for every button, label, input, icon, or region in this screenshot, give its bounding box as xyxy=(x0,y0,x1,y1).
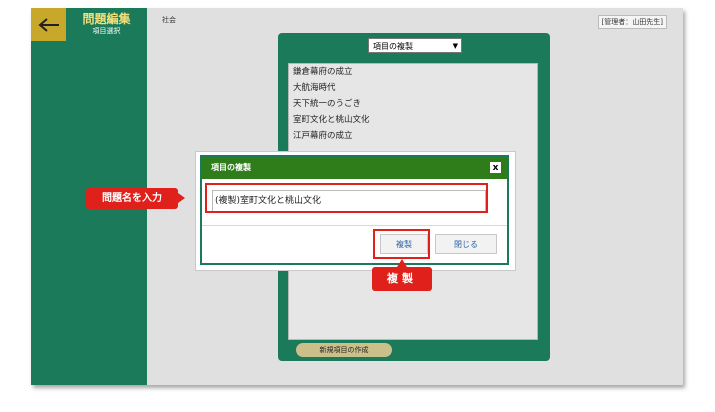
new-item-button[interactable]: 新規項目の作成 xyxy=(296,343,392,357)
callout-arrow-icon xyxy=(178,193,185,203)
chevron-down-icon: ▼ xyxy=(452,42,458,50)
arrow-left-icon xyxy=(37,17,59,32)
copy-callout: 複製 xyxy=(372,259,432,293)
list-item[interactable]: 天下統一のうごき xyxy=(289,96,537,112)
callout-arrow-icon xyxy=(397,259,407,267)
copy-highlight xyxy=(373,229,430,259)
list-item[interactable]: 鎌倉幕府の成立 xyxy=(289,64,537,80)
list-item[interactable]: 室町文化と桃山文化 xyxy=(289,112,537,128)
input-callout-label: 問題名を入力 xyxy=(86,188,178,209)
back-button[interactable] xyxy=(31,8,66,41)
page-title: 問題編集 xyxy=(82,12,131,26)
list-item[interactable]: 大航海時代 xyxy=(289,80,537,96)
action-select[interactable]: 項目の複製 ▼ xyxy=(368,38,462,53)
subject-label: 社会 xyxy=(162,16,176,24)
header-title: 問題編集 項目選択 xyxy=(66,8,147,41)
dialog-title: 項目の複製 xyxy=(211,163,251,172)
input-callout: 問題名を入力 xyxy=(86,188,185,209)
close-icon[interactable]: x xyxy=(489,161,502,174)
dialog-divider xyxy=(202,225,507,226)
copy-callout-label: 複製 xyxy=(372,267,432,291)
list-item[interactable]: 江戸幕府の成立 xyxy=(289,128,537,144)
input-highlight xyxy=(205,183,488,213)
user-badge: [管理者：山田先生] xyxy=(597,15,667,29)
page-subtitle: 項目選択 xyxy=(92,27,121,35)
close-button[interactable]: 閉じる xyxy=(435,234,497,254)
action-select-value: 項目の複製 xyxy=(373,42,413,51)
dialog-header: 項目の複製 x xyxy=(202,157,507,179)
